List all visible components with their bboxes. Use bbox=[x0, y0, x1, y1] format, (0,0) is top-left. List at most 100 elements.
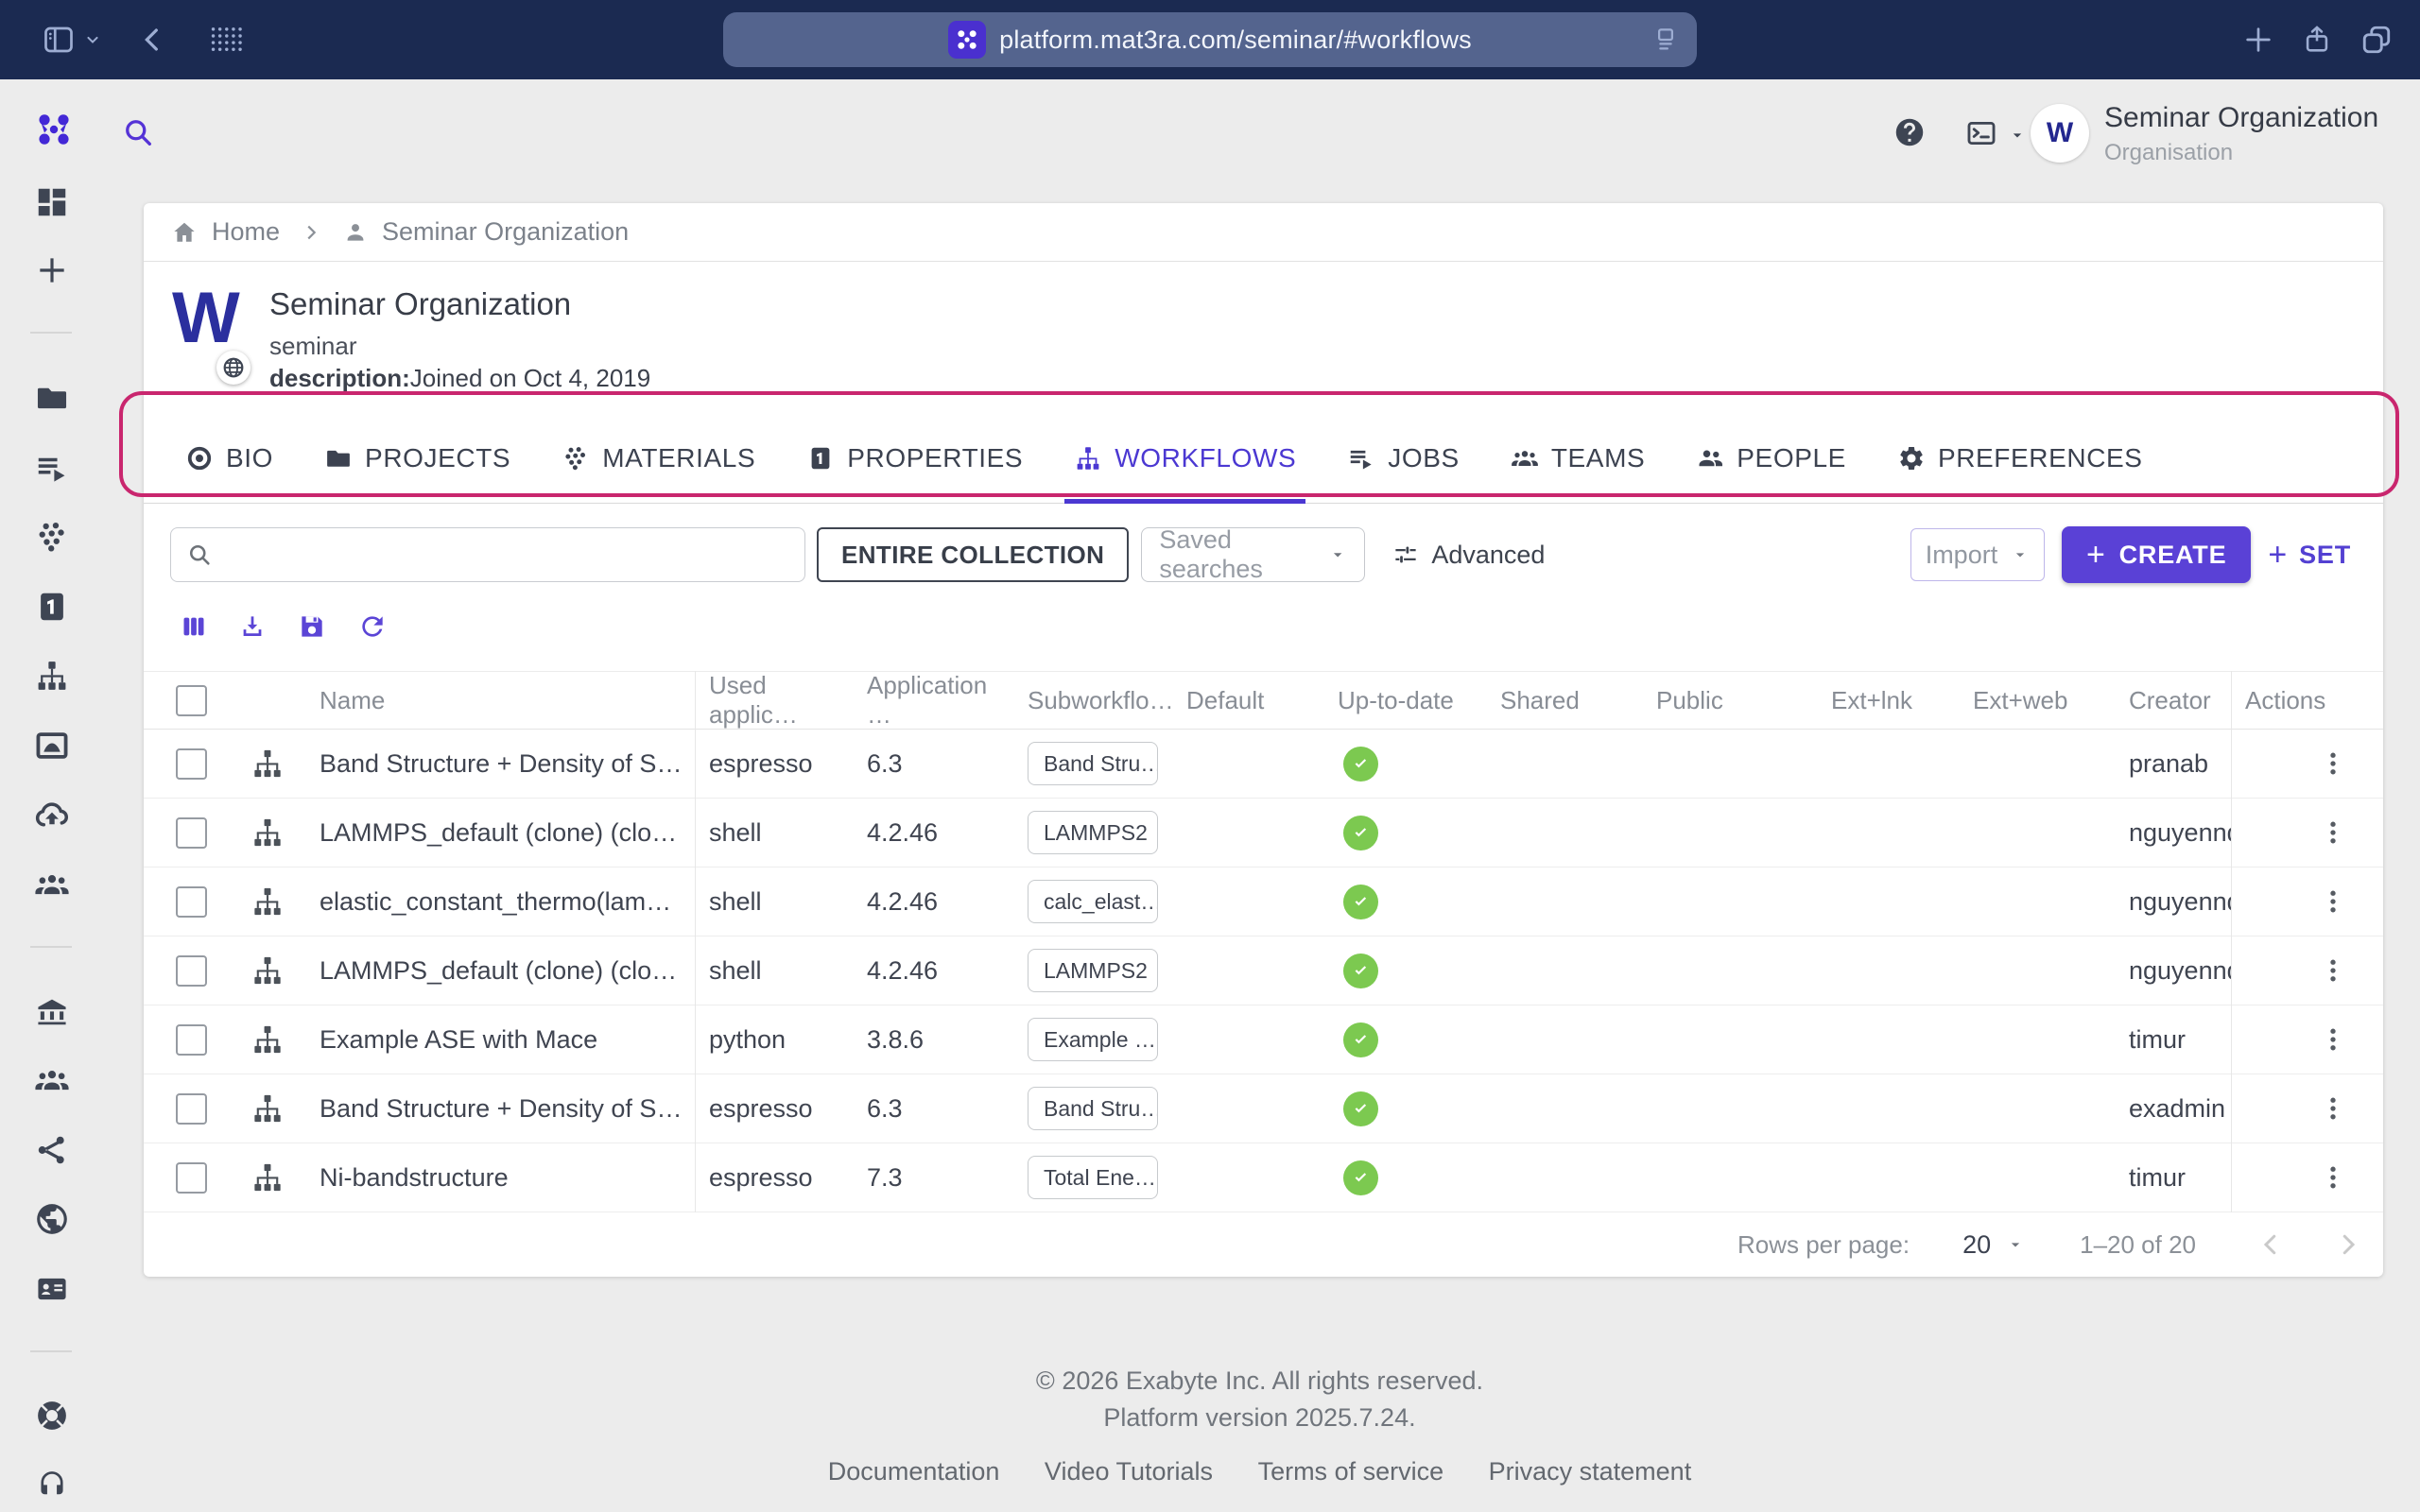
subworkflow-chip[interactable]: LAMMPS2 bbox=[1028, 811, 1158, 854]
sidebar-item-people-group[interactable] bbox=[34, 867, 70, 902]
subworkflow-chip[interactable]: Band Stru… bbox=[1028, 742, 1158, 785]
sidebar-item-cloud-upload[interactable] bbox=[34, 797, 70, 833]
download-icon[interactable] bbox=[238, 612, 267, 641]
rows-per-page-select[interactable]: 20 bbox=[1962, 1230, 2025, 1260]
tab-overview-grid-icon[interactable] bbox=[208, 22, 244, 58]
saved-searches-select[interactable]: Saved searches bbox=[1141, 527, 1365, 582]
create-button[interactable]: + CREATE bbox=[2062, 526, 2251, 583]
tab-bio[interactable]: BIO bbox=[185, 413, 273, 503]
sidebar-item-dashboard[interactable] bbox=[34, 184, 70, 220]
share-icon[interactable] bbox=[2301, 24, 2333, 56]
row-actions-menu-icon[interactable] bbox=[2318, 1024, 2348, 1055]
tab-preferences[interactable]: PREFERENCES bbox=[1897, 413, 2143, 503]
row-checkbox[interactable] bbox=[176, 886, 207, 918]
workflow-name[interactable]: Band Structure + Density of State… bbox=[320, 749, 695, 779]
subworkflow-chip[interactable]: Total Ene… bbox=[1028, 1156, 1158, 1199]
tab-people[interactable]: PEOPLE bbox=[1696, 413, 1846, 503]
column-header-ext-lnk[interactable]: Ext+lnk bbox=[1817, 672, 1959, 729]
table-row[interactable]: Band Structure + Density of State…espres… bbox=[144, 730, 2383, 799]
reader-mode-icon[interactable] bbox=[1651, 26, 1680, 54]
column-header-used-applic[interactable]: Used applic… bbox=[695, 672, 853, 729]
home-icon[interactable] bbox=[170, 218, 199, 247]
row-actions-menu-icon[interactable] bbox=[2318, 748, 2348, 779]
workflow-name[interactable]: Ni-bandstructure bbox=[320, 1163, 516, 1193]
workflow-name[interactable]: Example ASE with Mace bbox=[320, 1025, 605, 1055]
subworkflow-chip[interactable]: Band Stru… bbox=[1028, 1087, 1158, 1130]
row-checkbox[interactable] bbox=[176, 748, 207, 780]
sidebar-item-globe[interactable] bbox=[34, 1201, 70, 1237]
sidebar-item-life-ring[interactable] bbox=[34, 1398, 70, 1434]
tabs-icon[interactable] bbox=[2360, 23, 2394, 57]
address-bar[interactable]: platform.mat3ra.com/seminar/#workflows bbox=[723, 12, 1697, 67]
row-actions-menu-icon[interactable] bbox=[2318, 1093, 2348, 1124]
console-icon[interactable] bbox=[1962, 117, 2000, 149]
column-header-name[interactable]: Name bbox=[312, 672, 695, 729]
window-sidebar-icon[interactable] bbox=[42, 23, 76, 57]
row-checkbox[interactable] bbox=[176, 1024, 207, 1056]
column-header-subworkflo[interactable]: Subworkflo… bbox=[1013, 672, 1172, 729]
previous-page-icon[interactable] bbox=[2256, 1230, 2285, 1259]
tab-workflows[interactable]: WORKFLOWS bbox=[1074, 413, 1296, 503]
back-icon[interactable] bbox=[138, 25, 168, 55]
sidebar-item-id-card[interactable] bbox=[34, 1271, 70, 1307]
save-icon[interactable] bbox=[297, 611, 327, 642]
sidebar-item-share[interactable] bbox=[34, 1132, 70, 1168]
tab-teams[interactable]: TEAMS bbox=[1511, 413, 1645, 503]
column-header-creator[interactable]: Creator bbox=[2115, 672, 2231, 729]
table-row[interactable]: Example ASE with Macepython3.8.6Example … bbox=[144, 1005, 2383, 1074]
column-header-default[interactable]: Default bbox=[1172, 672, 1323, 729]
sidebar-item-bank[interactable] bbox=[34, 993, 70, 1029]
tab-projects[interactable]: PROJECTS bbox=[324, 413, 510, 503]
subworkflow-chip[interactable]: Example … bbox=[1028, 1018, 1158, 1061]
sidebar-item-workflows[interactable] bbox=[34, 658, 70, 694]
sidebar-item-teams[interactable] bbox=[34, 1062, 70, 1098]
account-switcher[interactable]: Seminar Organization Organisation bbox=[2104, 102, 2378, 166]
row-actions-menu-icon[interactable] bbox=[2318, 1162, 2348, 1193]
row-checkbox[interactable] bbox=[176, 1162, 207, 1194]
row-actions-menu-icon[interactable] bbox=[2318, 955, 2348, 986]
footer-link-video-tutorials[interactable]: Video Tutorials bbox=[1045, 1457, 1213, 1486]
workflow-name[interactable]: elastic_constant_thermo(lammps… bbox=[320, 887, 695, 917]
sidebar-item-headset[interactable] bbox=[34, 1467, 70, 1503]
column-header-shared[interactable]: Shared bbox=[1486, 672, 1642, 729]
footer-link-privacy[interactable]: Privacy statement bbox=[1489, 1457, 1692, 1486]
set-button[interactable]: + SET bbox=[2268, 541, 2351, 570]
sidebar-item-properties[interactable] bbox=[34, 589, 70, 625]
sidebar-item-add[interactable] bbox=[34, 252, 70, 288]
refresh-icon[interactable] bbox=[357, 611, 388, 642]
help-icon[interactable] bbox=[1893, 115, 1927, 149]
workflow-name[interactable]: LAMMPS_default (clone) (clone) (… bbox=[320, 818, 695, 848]
workflow-name[interactable]: LAMMPS_default (clone) (clone) bbox=[320, 956, 695, 986]
subworkflow-chip[interactable]: calc_elast… bbox=[1028, 880, 1158, 923]
workflow-name[interactable]: Band Structure + Density of State… bbox=[320, 1094, 695, 1124]
row-checkbox[interactable] bbox=[176, 1093, 207, 1125]
sidebar-item-materials[interactable] bbox=[34, 519, 70, 555]
sidebar-item-folder[interactable] bbox=[34, 380, 70, 416]
table-row[interactable]: LAMMPS_default (clone) (clone)shell4.2.4… bbox=[144, 936, 2383, 1005]
columns-icon[interactable] bbox=[180, 612, 208, 641]
tab-materials[interactable]: MATERIALS bbox=[562, 413, 755, 503]
subworkflow-chip[interactable]: LAMMPS2 bbox=[1028, 949, 1158, 992]
import-button[interactable]: Import bbox=[1910, 528, 2045, 581]
table-row[interactable]: elastic_constant_thermo(lammps…shell4.2.… bbox=[144, 868, 2383, 936]
column-header-application[interactable]: Application … bbox=[853, 672, 1013, 729]
table-row[interactable]: Band Structure + Density of State…espres… bbox=[144, 1074, 2383, 1143]
next-page-icon[interactable] bbox=[2334, 1230, 2362, 1259]
row-checkbox[interactable] bbox=[176, 955, 207, 987]
user-avatar[interactable]: W bbox=[2031, 104, 2089, 163]
chevron-down-icon[interactable] bbox=[83, 30, 102, 49]
column-header-ext-web[interactable]: Ext+web bbox=[1959, 672, 2115, 729]
row-actions-menu-icon[interactable] bbox=[2318, 886, 2348, 917]
sidebar-item-jobs[interactable] bbox=[34, 450, 70, 486]
footer-link-terms[interactable]: Terms of service bbox=[1258, 1457, 1444, 1486]
select-all-checkbox[interactable] bbox=[176, 685, 207, 716]
table-row[interactable]: Ni-bandstructureespresso7.3Total Ene…tim… bbox=[144, 1143, 2383, 1212]
search-input[interactable] bbox=[224, 528, 804, 581]
footer-link-documentation[interactable]: Documentation bbox=[828, 1457, 1000, 1486]
tab-properties[interactable]: PROPERTIES bbox=[806, 413, 1023, 503]
sidebar-item-image[interactable] bbox=[34, 728, 70, 764]
column-header-public[interactable]: Public bbox=[1642, 672, 1817, 729]
table-row[interactable]: LAMMPS_default (clone) (clone) (…shell4.… bbox=[144, 799, 2383, 868]
breadcrumb-home[interactable]: Home bbox=[212, 217, 280, 247]
mat3ra-logo-icon[interactable] bbox=[32, 110, 76, 149]
